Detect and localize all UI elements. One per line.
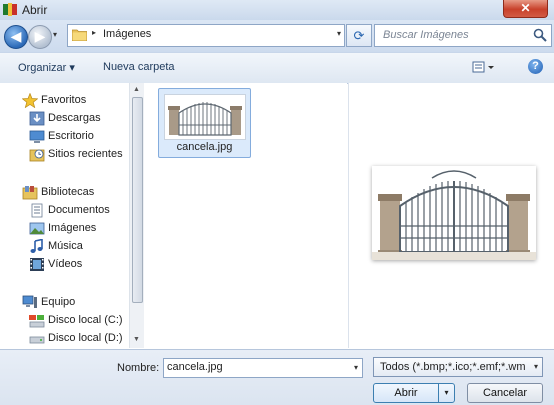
file-type-value: Todos (*.bmp;*.ico;*.emf;*.wmf xyxy=(380,361,525,373)
navigation-bar: ◀ ▶ ▾ ▸ Imágenes ▾ ⟳ Buscar Imágenes xyxy=(0,20,554,52)
scroll-down-icon[interactable]: ▼ xyxy=(133,336,140,343)
navigation-pane-scrollbar[interactable]: ▲ ▼ xyxy=(129,83,144,348)
folder-icon xyxy=(72,29,87,41)
change-view-icon[interactable] xyxy=(472,60,496,75)
new-folder-button[interactable]: Nueva carpeta xyxy=(103,61,175,73)
preview-image xyxy=(372,166,536,260)
file-list: cancela.jpg xyxy=(144,83,347,348)
window-title: Abrir xyxy=(22,3,48,17)
cancel-button[interactable]: Cancelar xyxy=(467,383,543,403)
refresh-button[interactable]: ⟳ xyxy=(346,24,372,47)
sidebar-item-label: Disco local (D:) xyxy=(48,332,123,344)
address-dropdown-icon[interactable]: ▾ xyxy=(337,29,341,38)
search-placeholder: Buscar Imágenes xyxy=(383,29,469,41)
sidebar-item-label: Disco local (C:) xyxy=(48,314,123,326)
chevron-down-icon[interactable]: ▾ xyxy=(354,363,358,372)
sidebar-item-label: Documentos xyxy=(48,204,110,216)
sidebar-item-label: Vídeos xyxy=(48,258,83,270)
breadcrumb-separator-icon[interactable]: ▸ xyxy=(92,28,96,37)
desktop-icon xyxy=(29,130,45,143)
open-button[interactable]: Abrir xyxy=(373,383,439,403)
sidebar-item-label: Equipo xyxy=(41,296,76,308)
title-bar: Abrir ✕ xyxy=(0,0,554,21)
close-button[interactable]: ✕ xyxy=(503,0,548,18)
command-bar: Organizar ▾ Nueva carpeta ? xyxy=(0,52,554,84)
documents-icon xyxy=(31,203,43,218)
file-item[interactable]: cancela.jpg xyxy=(158,88,251,158)
file-thumbnail xyxy=(164,94,246,140)
sidebar-item-label: Descargas xyxy=(48,112,101,124)
file-name-label: Nombre: xyxy=(117,362,160,374)
recent-places-icon xyxy=(29,149,45,162)
scroll-thumb[interactable] xyxy=(132,97,143,303)
address-bar[interactable]: ▸ Imágenes ▾ xyxy=(67,24,345,47)
music-icon xyxy=(30,239,43,253)
app-icon xyxy=(3,3,17,16)
file-type-select[interactable]: Todos (*.bmp;*.ico;*.emf;*.wmf ▾ xyxy=(373,357,543,377)
navigation-pane: Favoritos Descargas Escritorio Sitios re… xyxy=(0,83,129,348)
forward-button[interactable]: ▶ xyxy=(28,25,52,49)
sidebar-item-label: Imágenes xyxy=(48,222,97,234)
open-options-button[interactable]: ▾ xyxy=(438,383,455,403)
libraries-icon xyxy=(22,186,38,200)
drive-icon xyxy=(29,315,45,328)
sidebar-item-label: Música xyxy=(48,240,83,252)
dialog-footer: Nombre: ▾ Todos (*.bmp;*.ico;*.emf;*.wmf… xyxy=(0,349,554,405)
back-button[interactable]: ◀ xyxy=(4,25,28,49)
file-name-field[interactable]: ▾ xyxy=(163,358,363,378)
sidebar-item-label: Favoritos xyxy=(41,94,87,106)
downloads-icon xyxy=(29,111,45,126)
videos-icon xyxy=(30,258,44,271)
computer-icon xyxy=(22,295,37,308)
search-icon[interactable] xyxy=(533,28,547,42)
breadcrumb-folder[interactable]: Imágenes xyxy=(103,28,151,40)
recent-locations-dropdown-icon[interactable]: ▾ xyxy=(53,30,63,42)
sidebar-item-label: Bibliotecas xyxy=(41,186,95,198)
pictures-icon xyxy=(29,222,45,235)
chevron-down-icon[interactable]: ▾ xyxy=(534,362,538,371)
drive-icon xyxy=(29,336,45,344)
scroll-up-icon[interactable]: ▲ xyxy=(133,86,140,93)
search-input[interactable]: Buscar Imágenes xyxy=(374,24,552,47)
help-button[interactable]: ? xyxy=(528,59,543,74)
sidebar-item-label: Sitios recientes xyxy=(48,148,123,160)
file-name: cancela.jpg xyxy=(176,141,233,153)
organize-button[interactable]: Organizar ▾ xyxy=(18,61,75,74)
star-icon xyxy=(22,93,38,108)
file-name-input[interactable] xyxy=(167,361,345,373)
sidebar-item-label: Escritorio xyxy=(48,130,94,142)
preview-pane xyxy=(348,83,554,348)
